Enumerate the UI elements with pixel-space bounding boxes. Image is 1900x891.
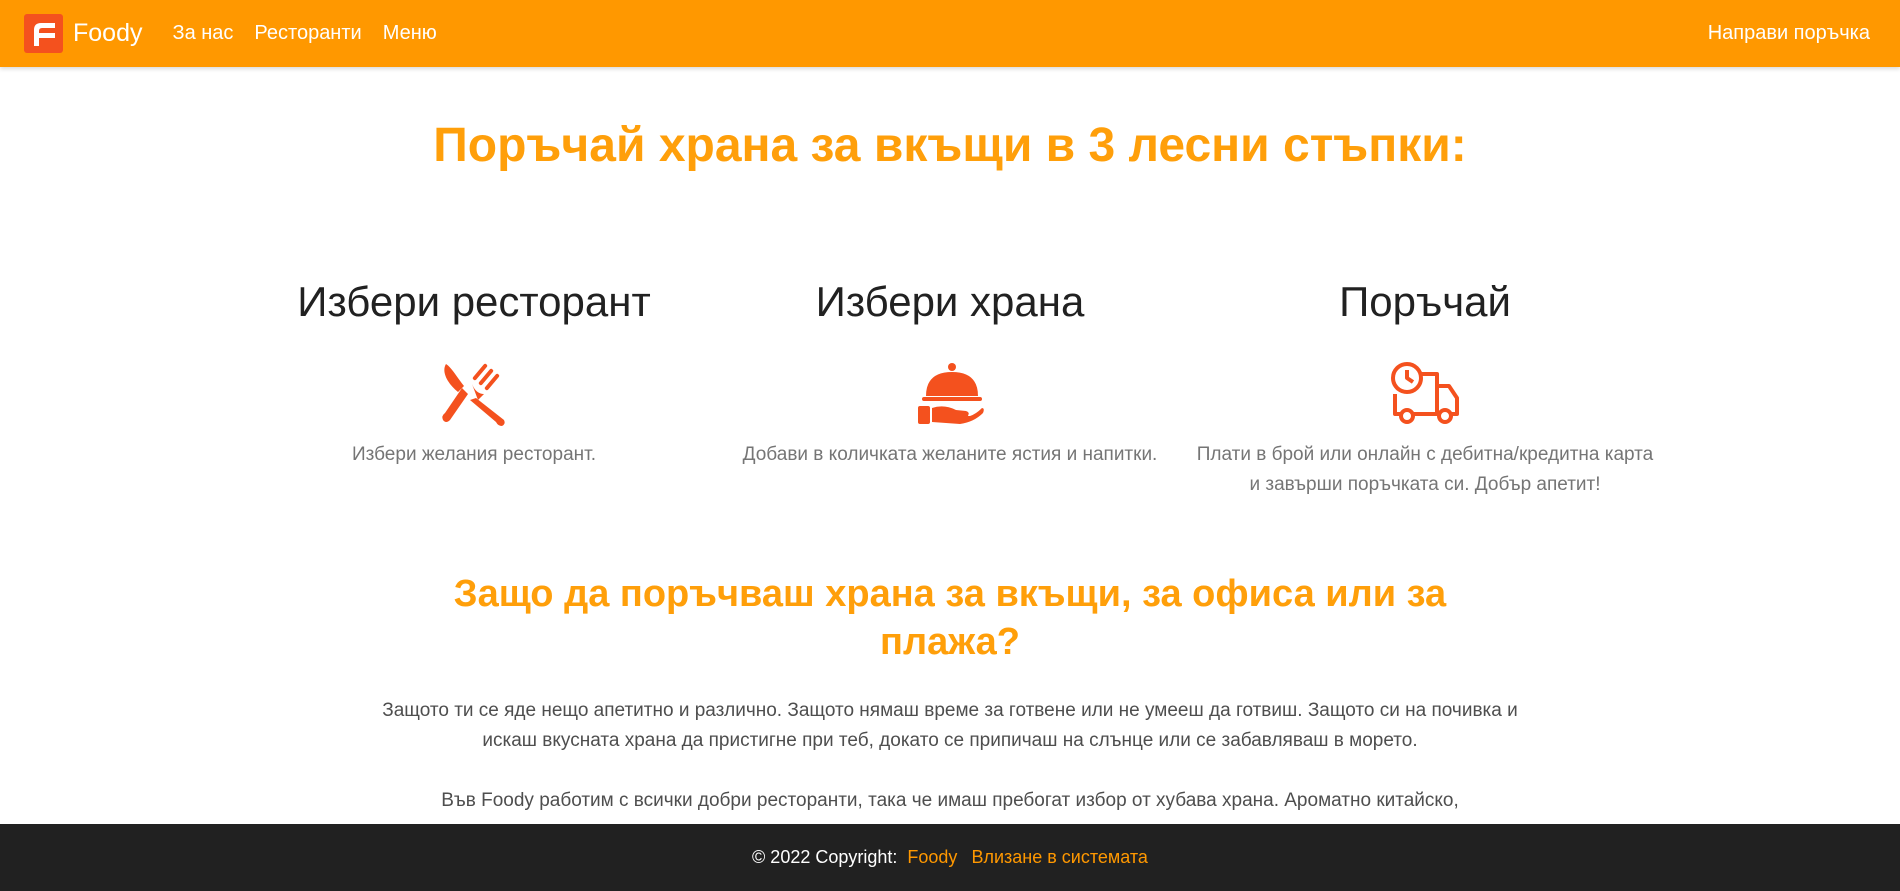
nav-links: За нас Ресторанти Меню [172,22,457,45]
footer-copyright: © 2022 Copyright: [752,847,898,867]
foody-logo-icon [24,14,63,53]
brand-name: Foody [73,19,143,47]
nav-link-about[interactable]: За нас [172,22,233,45]
top-navbar: Foody За нас Ресторанти Меню Направи пор… [0,0,1900,67]
step-title: Избери храна [815,278,1085,325]
footer-brand-link[interactable]: Foody [907,847,957,868]
why-section-title: Защо да поръчваш храна за вкъщи, за офис… [453,573,1447,663]
step-description: Избери желания ресторант. [351,444,596,465]
cloche-hand-icon [918,363,984,424]
brand-link[interactable]: Foody [24,14,142,53]
step-description: Добави в количката желаните ястия и напи… [742,444,1158,465]
step-title: Поръчай [1339,278,1511,325]
step-choose-restaurant: Избери ресторант Избери желания ресторан… [244,278,704,470]
footer: © 2022 Copyright: Foody Влизане в систем… [0,824,1900,891]
delivery-truck-clock-icon [1391,362,1459,424]
make-order-link[interactable]: Направи поръчка [1708,22,1876,45]
step-title: Избери ресторант [297,278,651,325]
why-paragraph: Защото ти се яде нещо апетитно и различн… [382,700,1518,751]
nav-link-menu[interactable]: Меню [383,22,437,45]
footer-login-link[interactable]: Влизане в системата [971,847,1148,868]
page-title: Поръчай храна за вкъщи в 3 лесни стъпки: [433,119,1467,172]
nav-link-restaurants[interactable]: Ресторанти [254,22,361,45]
step-description: Плати в брой или онлайн с дебитна/кредит… [1196,444,1654,495]
step-choose-food: Избери храна Добави в количката желаните… [720,278,1180,470]
utensils-icon [442,363,505,426]
step-order: Поръчай Плати в брой или онлайн с дебитн… [1195,278,1655,500]
why-paragraph: Във Foody работим с всички добри рестора… [441,790,1459,811]
